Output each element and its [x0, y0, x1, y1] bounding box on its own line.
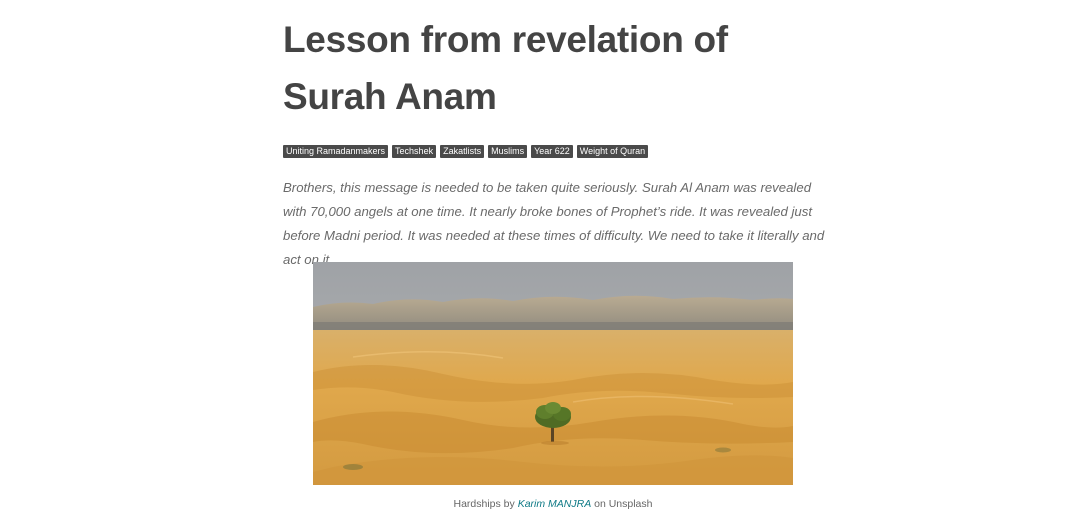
tag-list: Uniting Ramadanmakers Techshek Zakatlist…: [283, 145, 649, 158]
featured-image: [313, 262, 793, 485]
desert-photo: [313, 262, 793, 485]
tag-techshek[interactable]: Techshek: [392, 145, 437, 158]
tag-weight-of-quran[interactable]: Weight of Quran: [576, 145, 649, 158]
tag-zakatlists[interactable]: Zakatlists: [440, 145, 485, 158]
caption-prefix: Hardships by: [453, 498, 518, 510]
tag-muslims[interactable]: Muslims: [488, 145, 528, 158]
tag-uniting-ramadanmakers[interactable]: Uniting Ramadanmakers: [283, 145, 389, 158]
image-caption: Hardships by Karim MANJRA on Unsplash: [313, 497, 793, 511]
photographer-link[interactable]: Karim MANJRA: [518, 498, 592, 510]
tag-year-622[interactable]: Year 622: [531, 145, 573, 158]
caption-suffix: on Unsplash: [591, 498, 653, 510]
post-excerpt: Brothers, this message is needed to be t…: [283, 180, 825, 267]
post-title[interactable]: Lesson from revelation of Surah Anam: [283, 11, 823, 125]
